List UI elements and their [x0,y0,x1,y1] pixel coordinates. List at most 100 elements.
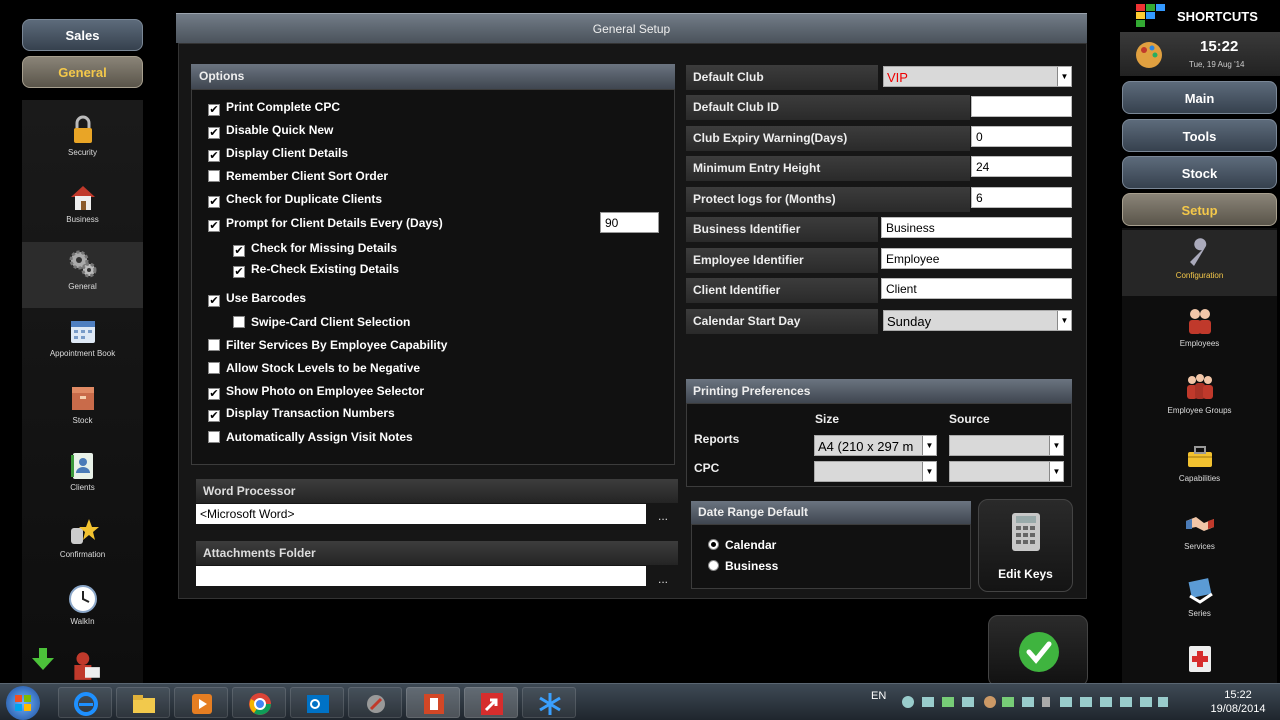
employee-identifier-input[interactable]: Employee [881,248,1072,269]
taskbar-chrome[interactable] [232,687,286,718]
date-range-business-radio[interactable]: Business [708,559,778,573]
nav-item-series[interactable]: Series [1122,568,1277,634]
attachments-browse-button[interactable]: ... [650,569,676,589]
scroll-down-arrow-icon[interactable] [30,646,56,672]
default-club-select[interactable]: VIP ▼ [883,66,1072,87]
option-checkbox[interactable]: ✔ Print Complete CPC [208,98,340,116]
checkbox-checked-icon[interactable]: ✔ [208,388,220,400]
attachments-folder-field[interactable] [196,566,646,586]
word-processor-field[interactable]: <Microsoft Word> [196,504,646,524]
checkbox-checked-icon[interactable]: ✔ [208,295,220,307]
language-indicator[interactable]: EN [871,690,886,702]
option-checkbox[interactable]: Swipe-Card Client Selection [233,313,410,331]
nav-item-walkin[interactable]: WalkIn [22,577,143,643]
default-club-value: VIP [887,70,908,85]
reports-label: Reports [694,432,740,446]
option-checkbox[interactable]: ✔ Show Photo on Employee Selector [208,382,424,400]
save-ok-button[interactable] [988,615,1088,687]
checkbox-checked-icon[interactable]: ✔ [208,410,220,422]
checkbox-unchecked-icon[interactable] [208,170,220,182]
option-checkbox[interactable]: Automatically Assign Visit Notes [208,428,413,446]
dropdown-arrow-icon[interactable]: ▼ [922,436,936,455]
option-label: Use Barcodes [226,291,307,305]
checkbox-unchecked-icon[interactable] [208,339,220,351]
nav-item-stock[interactable]: Stock [22,376,143,442]
checkbox-checked-icon[interactable]: ✔ [208,104,220,116]
shortcuts-header[interactable]: SHORTCUTS [1120,0,1280,32]
option-checkbox[interactable]: ✔ Disable Quick New [208,121,333,139]
nav-item-clients[interactable]: Clients [22,443,143,509]
reports-size-select[interactable]: A4 (210 x 297 m ▼ [814,435,937,456]
taskbar-app[interactable] [348,687,402,718]
nav-item-label: Appointment Book [49,349,116,358]
nav-item-capabilities[interactable]: Capabilities [1122,433,1277,499]
start-button[interactable] [6,686,40,720]
checkbox-checked-icon[interactable]: ✔ [208,127,220,139]
option-checkbox[interactable]: ✔ Display Transaction Numbers [208,404,395,422]
dropdown-arrow-icon[interactable]: ▼ [1049,436,1063,455]
nav-item-configuration[interactable]: Configuration [1122,230,1277,296]
dropdown-arrow-icon[interactable]: ▼ [1049,462,1063,481]
general-button[interactable]: General [22,56,143,88]
option-checkbox[interactable]: ✔ Prompt for Client Details Every (Days) [208,214,443,232]
option-checkbox[interactable]: ✔ Check for Duplicate Clients [208,190,382,208]
system-tray-icons[interactable] [900,694,1170,710]
option-checkbox[interactable]: ✔ Re-Check Existing Details [233,260,399,278]
taskbar-pos-app[interactable] [464,687,518,718]
min-entry-height-input[interactable]: 24 [971,156,1072,177]
checkbox-checked-icon[interactable]: ✔ [233,245,245,257]
stock-button[interactable]: Stock [1122,156,1277,189]
checkbox-checked-icon[interactable]: ✔ [208,196,220,208]
club-expiry-input[interactable]: 0 [971,126,1072,147]
client-identifier-input[interactable]: Client [881,278,1072,299]
nav-item-security[interactable]: Security [22,108,143,174]
checkbox-unchecked-icon[interactable] [208,431,220,443]
option-checkbox[interactable]: Remember Client Sort Order [208,167,388,185]
taskbar-media[interactable] [174,687,228,718]
prompt-days-input[interactable]: 90 [600,212,659,233]
taskbar-snowflake-app[interactable] [522,687,576,718]
taskbar-explorer[interactable] [116,687,170,718]
setup-button[interactable]: Setup [1122,193,1277,226]
employee-card-icon[interactable] [68,648,102,682]
nav-item-employee-groups[interactable]: Employee Groups [1122,365,1277,431]
option-label: Swipe-Card Client Selection [251,315,411,329]
cpc-size-select[interactable]: ▼ [814,461,937,482]
taskbar-outlook[interactable] [290,687,344,718]
option-checkbox[interactable]: Filter Services By Employee Capability [208,336,447,354]
nav-item-confirmation[interactable]: Confirmation [22,510,143,576]
edit-keys-button[interactable]: Edit Keys [978,499,1073,592]
dropdown-arrow-icon[interactable]: ▼ [1057,311,1071,330]
nav-item-business[interactable]: Business [22,175,143,241]
checkbox-unchecked-icon[interactable] [233,316,245,328]
cpc-source-select[interactable]: ▼ [949,461,1064,482]
main-button[interactable]: Main [1122,81,1277,114]
calendar-start-select[interactable]: Sunday ▼ [883,310,1072,331]
taskbar-powerpoint[interactable] [406,687,460,718]
dropdown-arrow-icon[interactable]: ▼ [1057,67,1071,86]
default-club-id-input[interactable] [971,96,1072,117]
option-checkbox[interactable]: ✔ Display Client Details [208,144,348,162]
checkbox-checked-icon[interactable]: ✔ [208,220,220,232]
option-checkbox[interactable]: Allow Stock Levels to be Negative [208,359,420,377]
option-checkbox[interactable]: ✔ Use Barcodes [208,289,306,307]
nav-item-employees[interactable]: Employees [1122,298,1277,364]
option-label: Show Photo on Employee Selector [226,384,425,398]
checkbox-checked-icon[interactable]: ✔ [208,150,220,162]
protect-logs-input[interactable]: 6 [971,187,1072,208]
taskbar-clock[interactable]: 15:22 19/08/2014 [1208,688,1268,716]
word-processor-browse-button[interactable]: ... [650,506,676,526]
nav-item-appointment-book[interactable]: Appointment Book [22,309,143,375]
nav-item-general[interactable]: General [22,242,143,308]
date-range-calendar-radio[interactable]: Calendar [708,538,776,552]
business-identifier-input[interactable]: Business [881,217,1072,238]
checkbox-unchecked-icon[interactable] [208,362,220,374]
option-checkbox[interactable]: ✔ Check for Missing Details [233,239,397,257]
dropdown-arrow-icon[interactable]: ▼ [922,462,936,481]
taskbar-ie[interactable] [58,687,112,718]
reports-source-select[interactable]: ▼ [949,435,1064,456]
nav-item-services[interactable]: Services [1122,501,1277,567]
checkbox-checked-icon[interactable]: ✔ [233,266,245,278]
tools-button[interactable]: Tools [1122,119,1277,152]
sales-button[interactable]: Sales [22,19,143,51]
